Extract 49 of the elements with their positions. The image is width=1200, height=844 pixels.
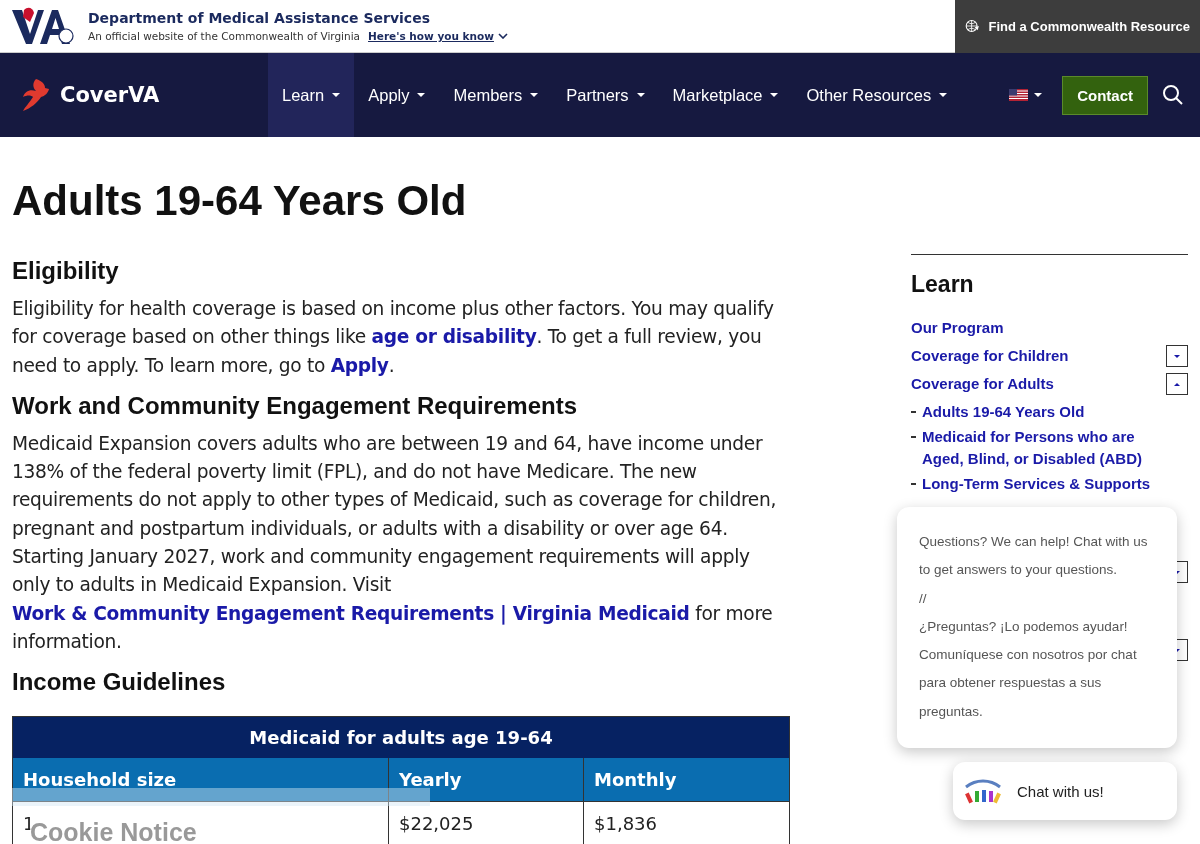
section-heading: Work and Community Engagement Requirements xyxy=(12,391,578,420)
nav-item[interactable]: Learn xyxy=(268,53,355,137)
column-header: Yearly xyxy=(399,769,462,791)
agency-name: Department of Medical Assistance Services xyxy=(88,10,431,26)
contact-button[interactable]: Contact xyxy=(1062,75,1148,115)
how-you-know-link[interactable]: Here's how you know xyxy=(368,30,508,42)
sidebar-link[interactable]: Our Program xyxy=(911,317,1004,339)
sidebar-title: Learn xyxy=(911,271,975,298)
table-title: Medicaid for adults age 19-64 xyxy=(13,717,789,759)
chat-button[interactable]: Chat with us! xyxy=(953,762,1177,820)
search-icon[interactable] xyxy=(1162,84,1184,106)
nav-item[interactable]: Partners xyxy=(552,53,659,137)
virginia-logo-icon xyxy=(10,6,76,46)
sidebar-link[interactable]: Coverage for Children xyxy=(911,345,1069,367)
expand-toggle[interactable] xyxy=(1166,373,1188,395)
nav-item[interactable]: Members xyxy=(439,53,553,137)
section-heading: Eligibility xyxy=(12,257,120,285)
find-resource-button[interactable]: Find a Commonwealth Resource xyxy=(955,0,1200,53)
official-notice: An official website of the Commonwealth of Virginia xyxy=(88,30,361,42)
sidebar-link[interactable]: Adults 19-64 Years Old xyxy=(922,401,1085,423)
dash-icon xyxy=(911,411,916,413)
brand-name: CoverVA xyxy=(60,83,160,107)
chat-message: // xyxy=(919,589,928,608)
section-heading: Income Guidelines xyxy=(12,668,227,697)
table-cell: $1,836 xyxy=(594,813,657,835)
chat-logo-icon xyxy=(963,777,1003,805)
nav-item[interactable]: Apply xyxy=(354,53,440,137)
paragraph: Medicaid Expansion covers adults who are between 19 and 64, have income under 138% of the federal poverty limit (FPL), and do not have Medicare. The new requirements do not apply to other types of Medicaid, such as coverage for children, pregnant and postpartum individuals, or adults with a disability or over age 64. Starting January 2027, work and community engagement requirements will apply only to adults in Medicaid Expansion. Visit Work & Community Engagement Requirements | Virginia Medicaid for more information. xyxy=(12,431,778,654)
sidebar-link[interactable]: Long-Term Services & Supports xyxy=(922,473,1151,495)
table-cell: $22,025 xyxy=(399,813,474,835)
sidebar-link[interactable]: Medicaid for Persons who are Aged, Blind, or Disabled (ABD) xyxy=(922,426,1171,470)
chat-message: ¿Preguntas? ¡Lo podemos ayudar! Comuníquese con nosotros por chat para obtener respuestas a sus preguntas. xyxy=(919,617,1138,721)
text-link[interactable]: age or disability xyxy=(371,326,537,348)
page-title: Adults 19-64 Years Old xyxy=(12,177,468,225)
dash-icon xyxy=(911,436,916,438)
text-link[interactable]: Work & Community Engagement Requirements | Virginia Medicaid xyxy=(12,602,690,624)
column-header: Monthly xyxy=(594,769,677,791)
paragraph: Eligibility for health coverage is based on income plus other factors. You may qualify for coverage based on other things like age or disability. To get a full review, you need to apply. To learn more, go to Apply. xyxy=(12,297,775,378)
text-link[interactable]: Apply xyxy=(330,354,389,376)
nav-item[interactable]: Marketplace xyxy=(658,53,793,137)
flag-icon xyxy=(1009,89,1029,101)
dash-icon xyxy=(911,483,916,485)
chat-message: Questions? We can help! Chat with us to get answers to your questions. xyxy=(919,533,1149,580)
cardinal-logo-icon xyxy=(22,77,52,113)
expand-toggle[interactable] xyxy=(1166,345,1188,367)
sidebar-link[interactable]: Coverage for Adults xyxy=(911,373,1054,395)
chevron-down-icon xyxy=(497,33,508,39)
nav-item[interactable]: Other Resources xyxy=(792,53,962,137)
column-header: Household size xyxy=(23,769,177,791)
